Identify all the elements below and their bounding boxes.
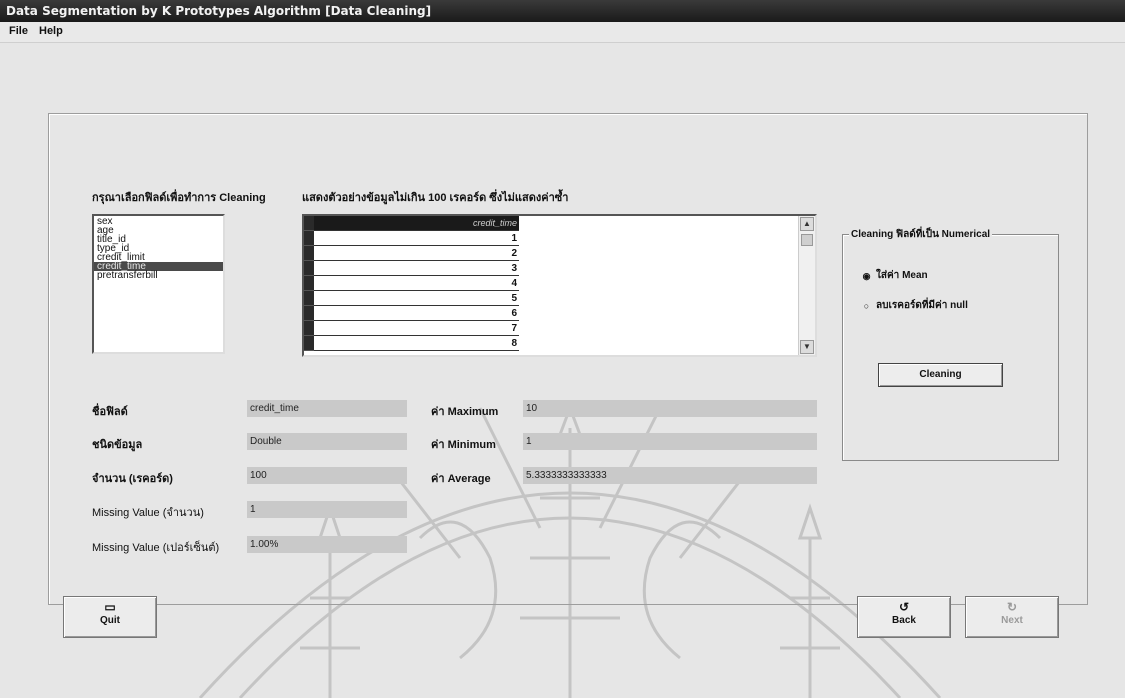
- max-label: ค่า Maximum: [431, 406, 499, 418]
- back-label: Back: [892, 615, 916, 626]
- field-name-value: credit_time: [247, 400, 407, 417]
- row-header[interactable]: [304, 245, 314, 261]
- scroll-up-arrow-icon[interactable]: ▲: [800, 217, 814, 231]
- grid-vertical-scrollbar[interactable]: ▲ ▼: [798, 216, 815, 355]
- grid-cell[interactable]: 3: [314, 260, 519, 276]
- grid-cell[interactable]: 5: [314, 290, 519, 306]
- average-value: 5.3333333333333: [523, 467, 817, 484]
- table-row: 5: [304, 290, 519, 306]
- cleaning-group-title: Cleaning ฟิลด์ที่เป็น Numerical: [849, 227, 993, 242]
- table-row: 8: [304, 335, 519, 351]
- menu-help[interactable]: Help: [39, 25, 63, 37]
- table-row: 3: [304, 260, 519, 276]
- radio-delete-null-label: ลบเรคอร์ดที่มีค่า null: [876, 300, 968, 311]
- row-header[interactable]: [304, 290, 314, 306]
- menu-bar: File Help: [0, 22, 1125, 43]
- scroll-thumb[interactable]: [801, 234, 813, 246]
- sample-data-grid[interactable]: credit_time 1 2 3 4 5 6 7 8 ▲ ▼: [302, 214, 817, 357]
- radio-selected-icon: ◉: [862, 271, 871, 281]
- next-button[interactable]: ↻ Next: [965, 596, 1059, 638]
- menu-file[interactable]: File: [9, 25, 28, 37]
- row-header[interactable]: [304, 335, 314, 351]
- missing-percent-value: 1.00%: [247, 536, 407, 553]
- row-header[interactable]: [304, 275, 314, 291]
- missing-count-label: Missing Value (จำนวน): [92, 507, 204, 519]
- row-header[interactable]: [304, 320, 314, 336]
- radio-unselected-icon: ○: [863, 301, 870, 311]
- row-header[interactable]: [304, 230, 314, 246]
- row-header[interactable]: [304, 305, 314, 321]
- radio-delete-null[interactable]: ○ ลบเรคอร์ดที่มีค่า null: [862, 298, 968, 313]
- table-row: 2: [304, 245, 519, 261]
- grid-cell[interactable]: 1: [314, 230, 519, 246]
- average-label: ค่า Average: [431, 473, 491, 485]
- table-row: 6: [304, 305, 519, 321]
- record-count-value: 100: [247, 467, 407, 484]
- radio-mean[interactable]: ◉ ใส่ค่า Mean: [862, 268, 928, 283]
- missing-percent-label: Missing Value (เปอร์เซ็นต์): [92, 542, 220, 554]
- client-area: กรุณาเลือกฟิลด์เพื่อทำการ Cleaning แสดงต…: [0, 43, 1125, 698]
- data-type-value: Double: [247, 433, 407, 450]
- min-value: 1: [523, 433, 817, 450]
- radio-mean-label: ใส่ค่า Mean: [876, 270, 928, 281]
- next-label: Next: [1001, 615, 1023, 626]
- scroll-down-arrow-icon[interactable]: ▼: [800, 340, 814, 354]
- grid-cell[interactable]: 2: [314, 245, 519, 261]
- sample-data-label: แสดงตัวอย่างข้อมูลไม่เกิน 100 เรคอร์ด ซึ…: [302, 192, 569, 204]
- table-row: 1: [304, 230, 519, 246]
- row-header[interactable]: [304, 216, 314, 231]
- back-arrow-icon: ↺: [898, 600, 910, 614]
- field-name-label: ชื่อฟิลด์: [92, 406, 128, 418]
- record-count-label: จำนวน (เรคอร์ด): [92, 473, 173, 485]
- back-button[interactable]: ↺ Back: [857, 596, 951, 638]
- cleaning-button[interactable]: Cleaning: [878, 363, 1003, 387]
- grid-cell[interactable]: 4: [314, 275, 519, 291]
- missing-count-value: 1: [247, 501, 407, 518]
- max-value: 10: [523, 400, 817, 417]
- grid-header-row: credit_time: [304, 216, 519, 231]
- data-type-label: ชนิดข้อมูล: [92, 439, 143, 451]
- table-row: 7: [304, 320, 519, 336]
- row-header[interactable]: [304, 260, 314, 276]
- next-arrow-icon: ↻: [1006, 600, 1018, 614]
- select-field-label: กรุณาเลือกฟิลด์เพื่อทำการ Cleaning: [92, 192, 266, 204]
- grid-cell[interactable]: 6: [314, 305, 519, 321]
- grid-column-header[interactable]: credit_time: [314, 216, 519, 231]
- grid-table: credit_time 1 2 3 4 5 6 7 8: [304, 216, 519, 351]
- door-icon: ▭: [104, 600, 116, 614]
- grid-cell[interactable]: 7: [314, 320, 519, 336]
- min-label: ค่า Minimum: [431, 439, 496, 451]
- field-listbox[interactable]: sex age title_id type_id credit_limit cr…: [92, 214, 225, 354]
- table-row: 4: [304, 275, 519, 291]
- cleaning-options-group: Cleaning ฟิลด์ที่เป็น Numerical ◉ ใส่ค่า …: [842, 227, 1059, 461]
- quit-button[interactable]: ▭ Quit: [63, 596, 157, 638]
- grid-cell[interactable]: 8: [314, 335, 519, 351]
- window-title: Data Segmentation by K Prototypes Algori…: [0, 0, 1125, 22]
- quit-label: Quit: [100, 615, 120, 626]
- main-panel: กรุณาเลือกฟิลด์เพื่อทำการ Cleaning แสดงต…: [48, 113, 1088, 605]
- field-list-item[interactable]: pretransferbill: [94, 271, 223, 281]
